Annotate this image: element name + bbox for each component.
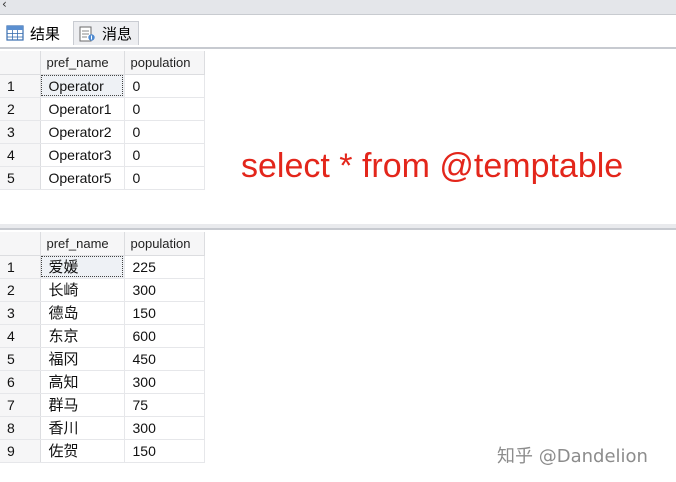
scroll-left-icon[interactable]: ‹ [2,0,7,11]
table-row[interactable]: 1 Operator 0 [0,74,205,98]
results-grid-2[interactable]: pref_name population 1 爱媛 225 2 长崎 300 3… [0,232,205,463]
cell-population[interactable]: 150 [124,301,205,325]
cell-population[interactable]: 600 [124,324,205,348]
table-row[interactable]: 2 长崎 300 [0,278,205,302]
cell-population[interactable]: 150 [124,439,205,463]
table-row[interactable]: 1 爱媛 225 [0,255,205,279]
cell-population[interactable]: 0 [124,166,205,190]
cell-pref-name[interactable]: 高知 [40,370,125,394]
column-header-pref-name[interactable]: pref_name [40,51,125,75]
sql-annotation: select * from @temptable [241,147,624,185]
tab-results-label: 结果 [30,24,61,43]
table-row[interactable]: 6 高知 300 [0,370,205,394]
column-header-pref-name[interactable]: pref_name [40,232,125,256]
cell-population[interactable]: 450 [124,347,205,371]
row-number[interactable]: 3 [0,120,41,144]
row-number[interactable]: 5 [0,166,41,190]
top-scroll-strip[interactable]: ‹ [0,0,676,15]
row-number[interactable]: 2 [0,97,41,121]
row-number[interactable]: 3 [0,301,41,325]
grid-header-row: pref_name population [0,232,205,256]
cell-population[interactable]: 0 [124,120,205,144]
cell-pref-name[interactable]: Operator1 [40,97,125,121]
grid-header-row: pref_name population [0,51,205,75]
table-row[interactable]: 4 Operator3 0 [0,143,205,167]
column-header-population[interactable]: population [124,232,205,256]
results-grid-icon [6,25,24,41]
row-number[interactable]: 9 [0,439,41,463]
cell-pref-name[interactable]: 德岛 [40,301,125,325]
cell-pref-name[interactable]: Operator3 [40,143,125,167]
row-number[interactable]: 2 [0,278,41,302]
watermark: 知乎 @Dandelion [497,446,648,467]
table-row[interactable]: 7 群马 75 [0,393,205,417]
row-number[interactable]: 6 [0,370,41,394]
cell-pref-name[interactable]: 东京 [40,324,125,348]
results-pane-1[interactable]: pref_name population 1 Operator 0 2 Oper… [0,47,676,227]
cell-population[interactable]: 0 [124,74,205,98]
table-row[interactable]: 4 东京 600 [0,324,205,348]
row-number[interactable]: 8 [0,416,41,440]
row-number[interactable]: 1 [0,255,41,279]
cell-pref-name[interactable]: Operator2 [40,120,125,144]
column-header-population[interactable]: population [124,51,205,75]
results-tabbar: 结果 消息 [0,15,676,47]
row-number[interactable]: 4 [0,324,41,348]
cell-population[interactable]: 300 [124,416,205,440]
tab-messages-label: 消息 [102,25,133,43]
table-row[interactable]: 5 Operator5 0 [0,166,205,190]
cell-pref-name[interactable]: 香川 [40,416,125,440]
cell-pref-name[interactable]: 爱媛 [40,255,125,279]
messages-icon [78,26,96,42]
cell-population[interactable]: 300 [124,278,205,302]
row-number[interactable]: 4 [0,143,41,167]
cell-population[interactable]: 0 [124,143,205,167]
cell-population[interactable]: 75 [124,393,205,417]
table-row[interactable]: 8 香川 300 [0,416,205,440]
table-row[interactable]: 3 Operator2 0 [0,120,205,144]
cell-population[interactable]: 300 [124,370,205,394]
table-row[interactable]: 3 德岛 150 [0,301,205,325]
results-grid-1[interactable]: pref_name population 1 Operator 0 2 Oper… [0,51,205,190]
table-row[interactable]: 5 福冈 450 [0,347,205,371]
cell-pref-name[interactable]: Operator [40,74,125,98]
grid-corner[interactable] [0,51,41,75]
grid-corner[interactable] [0,232,41,256]
row-number[interactable]: 7 [0,393,41,417]
cell-population[interactable]: 0 [124,97,205,121]
tab-messages[interactable]: 消息 [73,21,139,45]
cell-pref-name[interactable]: 长崎 [40,278,125,302]
table-row[interactable]: 2 Operator1 0 [0,97,205,121]
row-number[interactable]: 5 [0,347,41,371]
cell-pref-name[interactable]: 福冈 [40,347,125,371]
cell-pref-name[interactable]: 群马 [40,393,125,417]
cell-pref-name[interactable]: 佐贺 [40,439,125,463]
results-pane-2[interactable]: pref_name population 1 爱媛 225 2 长崎 300 3… [0,228,676,470]
cell-population[interactable]: 225 [124,255,205,279]
table-row[interactable]: 9 佐贺 150 [0,439,205,463]
row-number[interactable]: 1 [0,74,41,98]
tab-results[interactable]: 结果 [2,21,70,45]
cell-pref-name[interactable]: Operator5 [40,166,125,190]
